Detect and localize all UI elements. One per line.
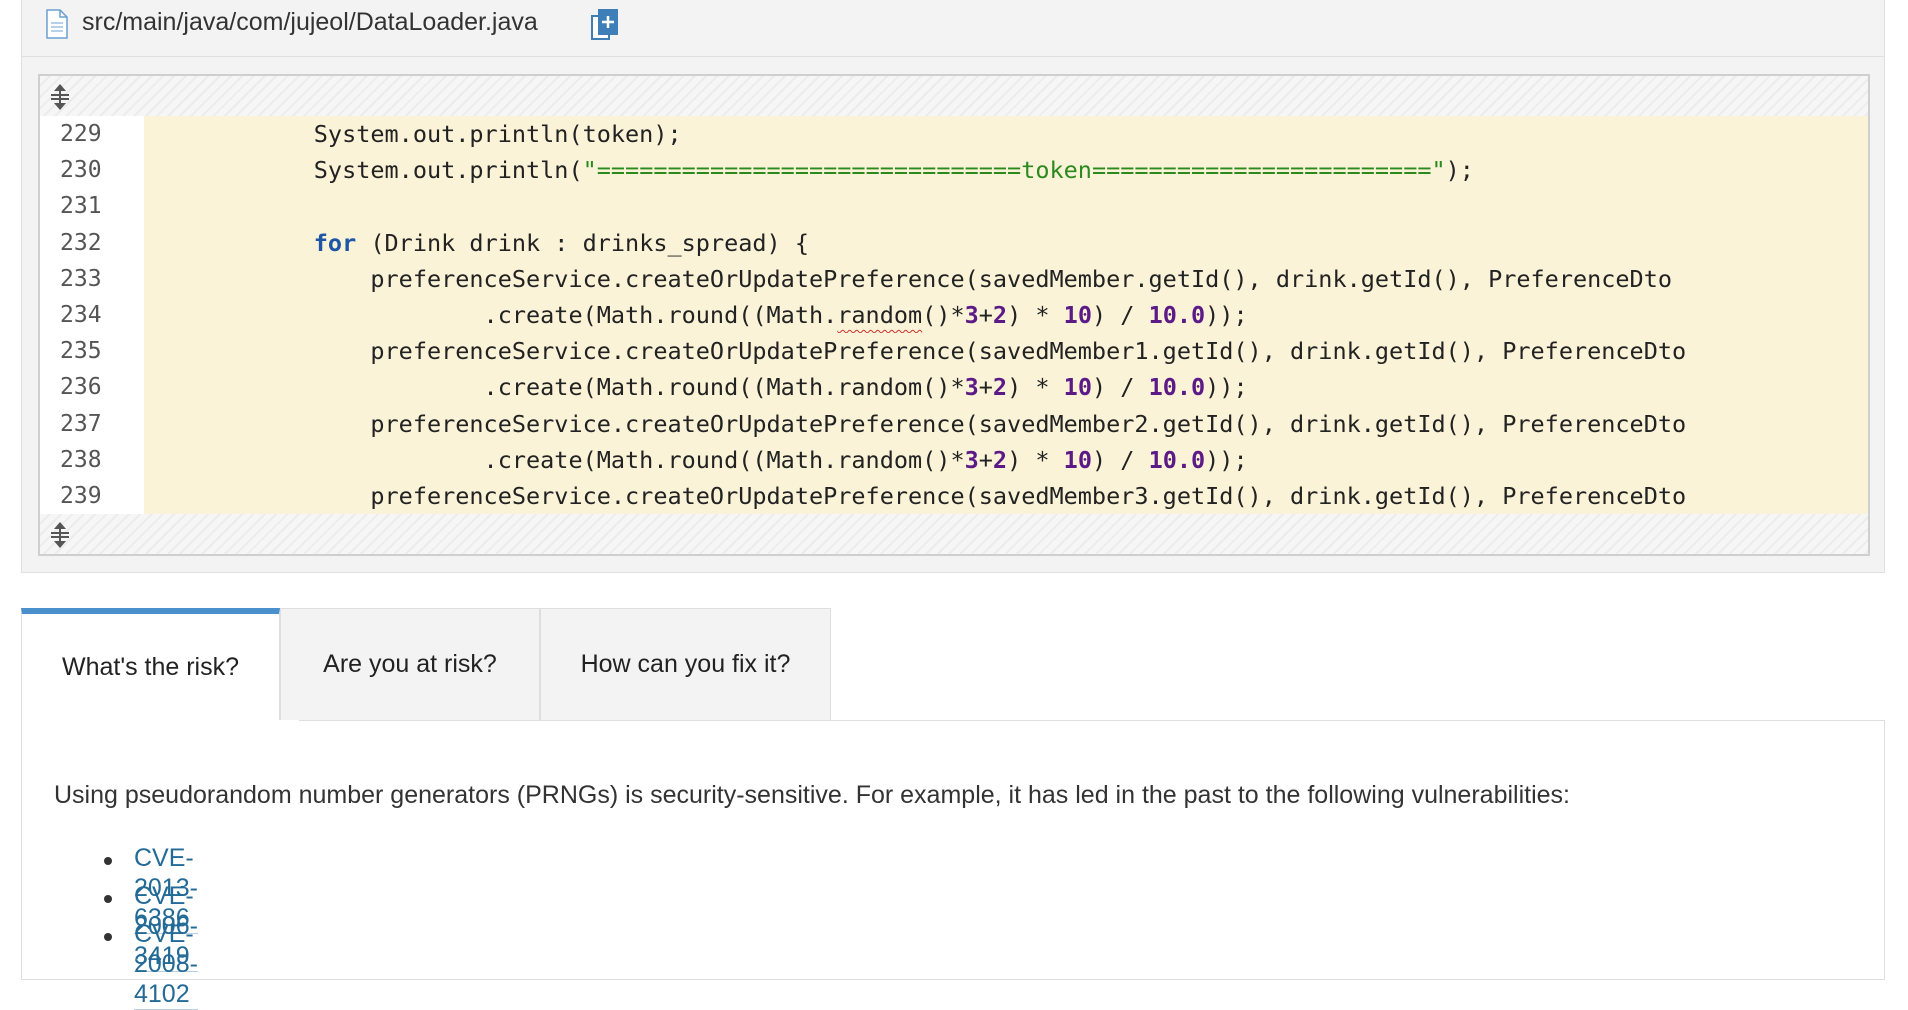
- tab-label: Are you at risk?: [323, 650, 497, 678]
- code-text: preferenceService.createOrUpdatePreferen…: [144, 405, 1868, 442]
- code-lines: 229 System.out.println(token); 230 System…: [40, 116, 1868, 515]
- line-number[interactable]: 239: [40, 477, 144, 515]
- document-icon: [46, 9, 68, 39]
- code-line: 231: [40, 188, 1868, 225]
- expand-above-bar[interactable]: [40, 76, 1868, 116]
- code-line: 236 .create(Math.round((Math.random()*3+…: [40, 369, 1868, 406]
- line-number[interactable]: 233: [40, 260, 144, 297]
- code-line: 235 preferenceService.createOrUpdatePref…: [40, 333, 1868, 370]
- code-line: 233 preferenceService.createOrUpdatePref…: [40, 260, 1868, 297]
- tab-label: What's the risk?: [61, 653, 240, 681]
- divider: [299, 720, 1885, 721]
- code-line: 230 System.out.println("================…: [40, 152, 1868, 189]
- expand-lines-icon[interactable]: [48, 520, 72, 550]
- code-text: preferenceService.createOrUpdatePreferen…: [144, 333, 1868, 370]
- code-line: 237 preferenceService.createOrUpdatePref…: [40, 405, 1868, 442]
- line-number[interactable]: 234: [40, 296, 144, 334]
- code-text: System.out.println("====================…: [144, 152, 1868, 189]
- line-number[interactable]: 237: [40, 405, 144, 442]
- code-line: 239 preferenceService.createOrUpdatePref…: [40, 477, 1868, 515]
- code-text: [144, 188, 1868, 225]
- line-number[interactable]: 230: [40, 152, 144, 189]
- risk-description: Using pseudorandom number generators (PR…: [54, 781, 1570, 809]
- copy-path-icon[interactable]: [591, 9, 619, 41]
- line-number[interactable]: 236: [40, 369, 144, 406]
- code-line: 234 .create(Math.round((Math.random()*3+…: [40, 296, 1868, 334]
- line-number[interactable]: 231: [40, 188, 144, 225]
- cve-link[interactable]: CVE-2008-4102: [134, 919, 198, 1010]
- code-line: 232 for (Drink drink : drinks_spread) {: [40, 224, 1868, 261]
- code-text: System.out.println(token);: [144, 116, 1868, 153]
- code-text: .create(Math.round((Math.random()*3+2) *…: [144, 369, 1868, 406]
- code-text: preferenceService.createOrUpdatePreferen…: [144, 260, 1868, 297]
- code-text: preferenceService.createOrUpdatePreferen…: [144, 477, 1868, 515]
- expand-below-bar[interactable]: [40, 514, 1868, 554]
- code-line: 229 System.out.println(token);: [40, 116, 1868, 153]
- line-number[interactable]: 232: [40, 224, 144, 261]
- file-path: src/main/java/com/jujeol/DataLoader.java: [82, 8, 538, 36]
- tab-content: [21, 720, 1885, 980]
- code-text: .create(Math.round((Math.random()*3+2) *…: [144, 296, 1868, 334]
- line-number[interactable]: 229: [40, 116, 144, 153]
- line-number[interactable]: 235: [40, 333, 144, 370]
- code-viewer: 229 System.out.println(token); 230 System…: [38, 74, 1870, 556]
- tab-are-you-at-risk[interactable]: Are you at risk?: [280, 608, 540, 721]
- expand-lines-icon[interactable]: [48, 82, 72, 112]
- tab-label: How can you fix it?: [580, 650, 791, 678]
- code-text: for (Drink drink : drinks_spread) {: [144, 224, 1868, 261]
- rule-tabs: What's the risk? Are you at risk? How ca…: [21, 608, 831, 721]
- line-number[interactable]: 238: [40, 441, 144, 478]
- tab-whats-the-risk[interactable]: What's the risk?: [21, 608, 280, 721]
- file-header: src/main/java/com/jujeol/DataLoader.java: [21, 0, 1885, 57]
- tab-how-can-you-fix-it[interactable]: How can you fix it?: [540, 608, 831, 721]
- code-text: .create(Math.round((Math.random()*3+2) *…: [144, 441, 1868, 478]
- code-line: 238 .create(Math.round((Math.random()*3+…: [40, 441, 1868, 478]
